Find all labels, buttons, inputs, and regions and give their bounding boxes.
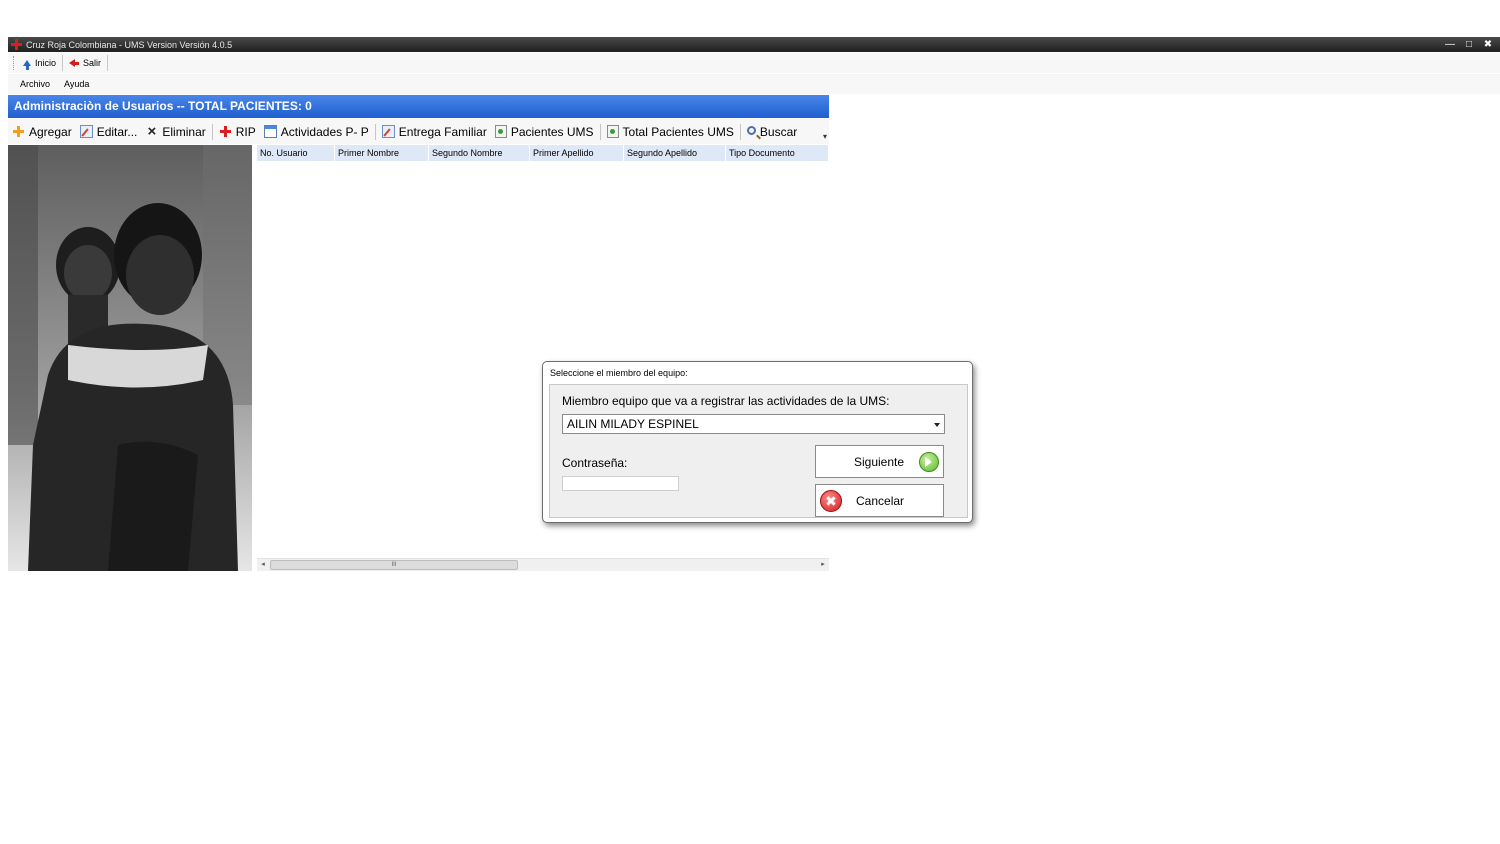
window-controls: — □ ✖ xyxy=(1442,37,1496,52)
family-label: Entrega Familiar xyxy=(398,124,487,139)
column-header[interactable]: Primer Nombre xyxy=(335,145,429,161)
home-button[interactable]: Inicio xyxy=(17,55,64,71)
delete-button[interactable]: × Eliminar xyxy=(141,123,209,141)
family-delivery-button[interactable]: Entrega Familiar xyxy=(378,123,491,141)
grid-header: No. Usuario Primer Nombre Segundo Nombre… xyxy=(257,145,829,161)
maximize-button[interactable]: □ xyxy=(1461,38,1477,51)
chevron-down-icon[interactable] xyxy=(934,423,940,427)
children-photo-image xyxy=(8,145,252,571)
rip-label: RIP xyxy=(235,124,256,139)
activities-label: Actividades P- P xyxy=(280,124,369,139)
scroll-thumb[interactable]: III xyxy=(270,560,518,570)
edit-label: Editar... xyxy=(96,124,138,139)
home-label: Inicio xyxy=(35,58,57,68)
scroll-left-icon[interactable]: ◂ xyxy=(257,559,269,571)
next-button[interactable]: Siguiente xyxy=(815,445,944,478)
close-button[interactable]: ✖ xyxy=(1480,38,1496,51)
red-cross-icon xyxy=(219,125,232,138)
arrow-left-icon xyxy=(69,59,80,67)
member-selected-value: AILIN MILADY ESPINEL xyxy=(567,417,699,431)
menu-help[interactable]: Ayuda xyxy=(57,79,96,89)
column-header[interactable]: Segundo Nombre xyxy=(429,145,530,161)
edit-button[interactable]: Editar... xyxy=(76,123,142,141)
cancel-icon: ✖ xyxy=(820,490,842,512)
calendar-icon xyxy=(263,125,277,138)
toolbar-separator xyxy=(211,123,213,140)
column-header[interactable]: No. Usuario xyxy=(257,145,335,161)
arrow-right-icon xyxy=(919,452,939,472)
toolbar-separator xyxy=(374,123,376,140)
photo-children xyxy=(8,145,252,571)
red-cross-icon xyxy=(11,39,22,50)
column-header[interactable]: Segundo Apellido xyxy=(624,145,726,161)
dialog-title: Seleccione el miembro del equipo: xyxy=(550,368,688,378)
scroll-right-icon[interactable]: ▸ xyxy=(817,559,829,571)
add-label: Agregar xyxy=(29,124,72,139)
member-label: Miembro equipo que va a registrar las ac… xyxy=(562,394,890,408)
toolbar-separator xyxy=(739,123,741,140)
rip-button[interactable]: RIP xyxy=(215,123,260,141)
document-icon xyxy=(494,125,507,138)
edit-icon xyxy=(381,125,395,138)
document-icon xyxy=(606,125,619,138)
add-button[interactable]: Agregar xyxy=(8,123,76,141)
password-input[interactable] xyxy=(562,476,679,491)
toolbar-separator xyxy=(599,123,601,140)
search-button[interactable]: Buscar xyxy=(743,123,801,141)
window-title: Cruz Roja Colombiana - UMS Version Versi… xyxy=(26,39,233,50)
edit-icon xyxy=(79,125,93,138)
cancel-label: Cancelar xyxy=(856,494,905,508)
column-header[interactable]: Tipo Documento xyxy=(726,145,829,161)
quick-toolbar: Inicio Salir xyxy=(8,53,1500,73)
select-member-dialog: Seleccione el miembro del equipo: Miembr… xyxy=(542,361,973,523)
cancel-button[interactable]: ✖ Cancelar xyxy=(815,484,944,517)
toolbar-overflow-icon[interactable]: ▾ xyxy=(823,132,827,141)
search-label: Buscar xyxy=(759,124,798,139)
menu-bar: Archivo Ayuda xyxy=(8,74,1500,94)
horizontal-scrollbar[interactable]: ◂ III ▸ xyxy=(257,558,829,571)
window-titlebar: Cruz Roja Colombiana - UMS Version Versi… xyxy=(8,37,1500,52)
minimize-button[interactable]: — xyxy=(1442,38,1458,51)
search-icon xyxy=(746,126,756,135)
delete-label: Eliminar xyxy=(162,124,206,139)
patients-label: Pacientes UMS xyxy=(510,124,594,139)
column-header[interactable]: Primer Apellido xyxy=(530,145,624,161)
menu-file[interactable]: Archivo xyxy=(8,79,57,89)
exit-label: Salir xyxy=(83,58,102,68)
patients-button[interactable]: Pacientes UMS xyxy=(491,123,598,141)
exit-button[interactable]: Salir xyxy=(63,55,109,71)
password-label: Contraseña: xyxy=(562,456,628,470)
arrow-up-icon xyxy=(23,60,31,70)
member-select[interactable]: AILIN MILADY ESPINEL xyxy=(562,414,945,434)
activities-button[interactable]: Actividades P- P xyxy=(260,123,373,141)
delete-icon: × xyxy=(147,123,157,140)
next-label: Siguiente xyxy=(854,455,905,469)
dialog-body: Miembro equipo que va a registrar las ac… xyxy=(549,384,968,518)
main-toolbar: Agregar Editar... × Eliminar RIP Activid… xyxy=(8,119,829,144)
total-label: Total Pacientes UMS xyxy=(622,124,734,139)
plus-icon xyxy=(12,125,25,138)
page-title: Administraciòn de Usuarios -- TOTAL PACI… xyxy=(8,95,829,118)
total-patients-button[interactable]: Total Pacientes UMS xyxy=(603,123,738,141)
